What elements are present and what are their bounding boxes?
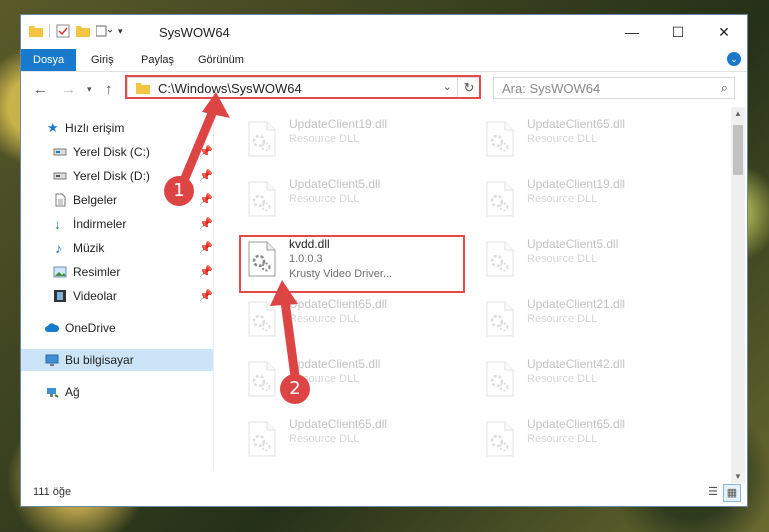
arrow-2-head: [270, 280, 298, 306]
arrow-1-head: [202, 92, 230, 118]
arrow-2-shaft: [279, 289, 301, 389]
annotation-badge-2: 2: [280, 374, 310, 404]
annotation-arrows: [175, 92, 301, 389]
annotation-badge-1: 1: [164, 176, 194, 206]
